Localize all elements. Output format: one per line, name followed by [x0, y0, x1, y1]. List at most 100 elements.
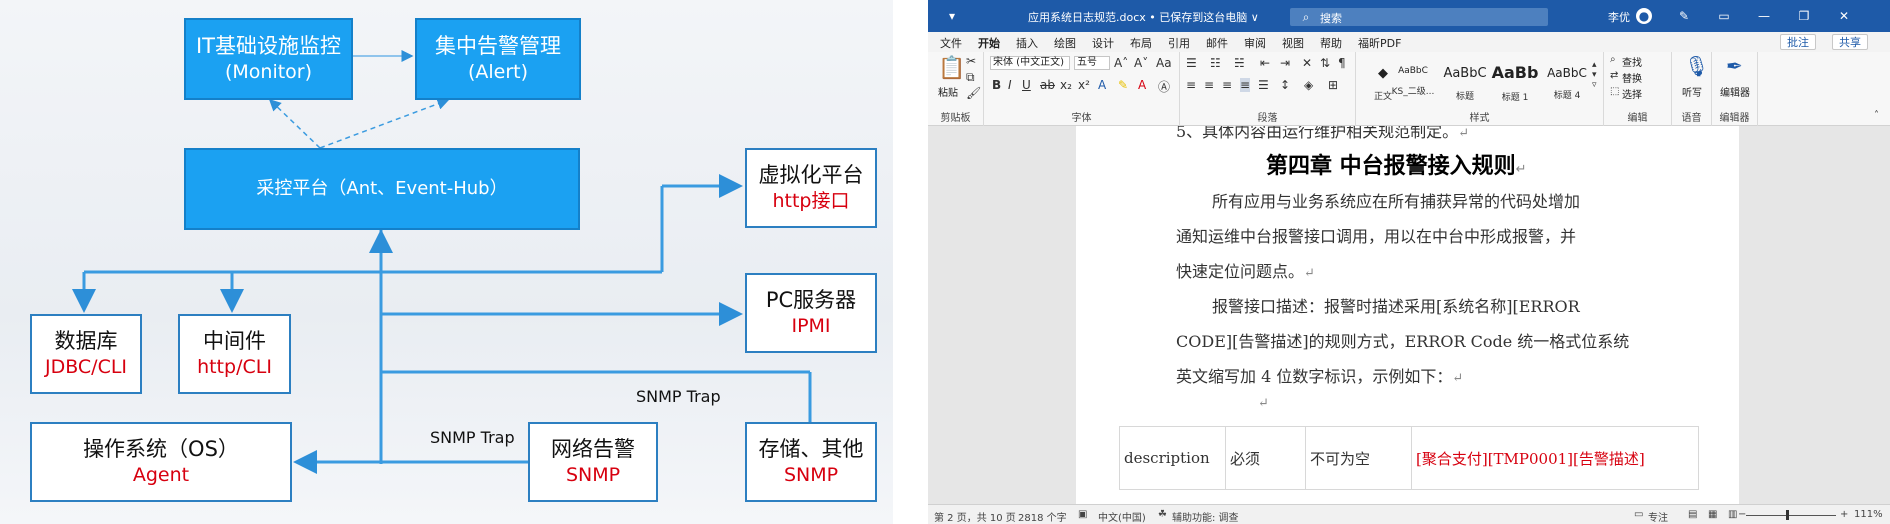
text-effects-icon[interactable]: A [1098, 78, 1106, 92]
collapse-ribbon-icon[interactable]: ˄ [1874, 110, 1879, 121]
numbering-icon[interactable]: ☷ [1210, 56, 1221, 70]
dictate-label[interactable]: 听写 [1682, 84, 1702, 99]
shading-icon[interactable]: ◈ [1304, 78, 1313, 92]
tab-view[interactable]: 视图 [1282, 35, 1304, 51]
focus-icon[interactable]: ▭ [1634, 509, 1643, 520]
user-name: 李优 [1608, 11, 1630, 24]
language-indicator[interactable]: 中文(中国) [1098, 509, 1146, 524]
proofing-icon[interactable]: ▣ [1078, 509, 1087, 520]
word-window: ▾ 应用系统日志规范.docx • 已保存到这台电脑 ∨ ⌕ 搜索 李优 ● ✎… [928, 0, 1890, 524]
multilevel-list-icon[interactable]: ☵ [1234, 56, 1245, 70]
style-heading1[interactable]: AaBb 标题 1 [1490, 56, 1540, 106]
show-marks-icon[interactable]: ¶ [1338, 56, 1346, 70]
zoom-level[interactable]: 111% [1854, 509, 1883, 520]
superscript-icon[interactable]: x² [1078, 78, 1090, 92]
tab-mailings[interactable]: 邮件 [1206, 35, 1228, 51]
storage-protocol: SNMP [783, 464, 839, 487]
distributed-icon[interactable]: ☰ [1258, 78, 1269, 92]
page-count[interactable]: 第 2 页，共 10 页 [934, 509, 1016, 524]
styles-more-icon[interactable]: ▴ ▾ ▿ [1592, 60, 1597, 90]
copy-icon[interactable]: ⧉ [966, 70, 975, 85]
subscript-icon[interactable]: x₂ [1060, 78, 1072, 92]
focus-label[interactable]: 专注 [1648, 509, 1668, 524]
table-cell-required[interactable]: 必须 [1225, 426, 1306, 490]
share-button[interactable]: 共享 [1832, 34, 1868, 50]
paste-icon[interactable]: 📋 [938, 56, 965, 81]
document-title[interactable]: 应用系统日志规范.docx • 已保存到这台电脑 ∨ [1028, 9, 1259, 25]
replace-label[interactable]: 替换 [1622, 70, 1642, 85]
word-count[interactable]: 2818 个字 [1018, 509, 1067, 524]
style-heading4[interactable]: AaBbC 标题 4 [1542, 56, 1592, 106]
grow-font-icon[interactable]: A˄ [1114, 56, 1128, 70]
bold-icon[interactable]: B [992, 78, 1001, 92]
quick-access-icon[interactable]: ▾ [944, 8, 960, 24]
accessibility-status[interactable]: 辅助功能: 调查 [1172, 509, 1239, 524]
align-left-icon[interactable]: ≡ [1186, 78, 1196, 92]
tab-file[interactable]: 文件 [940, 35, 962, 51]
underline-icon[interactable]: U [1022, 78, 1031, 92]
italic-icon[interactable]: I [1008, 78, 1012, 92]
zoom-slider-handle[interactable] [1786, 510, 1789, 520]
select-icon[interactable]: ⬚ [1610, 86, 1619, 97]
minimize-icon[interactable]: — [1756, 8, 1772, 24]
bullets-icon[interactable]: ☰ [1186, 56, 1197, 70]
highlight-icon[interactable]: ✎ [1118, 78, 1128, 92]
align-right-icon[interactable]: ≡ [1222, 78, 1232, 92]
tab-foxit-pdf[interactable]: 福昕PDF [1358, 35, 1401, 51]
paste-label[interactable]: 粘贴 [938, 84, 958, 99]
table-cell-field[interactable]: description [1119, 426, 1226, 490]
asian-layout-icon[interactable]: ✕ [1302, 56, 1312, 70]
para2-line1: 报警接口描述：报警时描述采用[系统名称][ERROR [1212, 297, 1580, 316]
change-case-icon[interactable]: Aa [1156, 56, 1172, 70]
tab-review[interactable]: 审阅 [1244, 35, 1266, 51]
accessibility-icon[interactable]: ☘ [1158, 509, 1167, 520]
zoom-slider[interactable] [1746, 515, 1836, 516]
decrease-indent-icon[interactable]: ⇤ [1260, 56, 1270, 70]
sort-icon[interactable]: ⇅ [1320, 56, 1330, 70]
tab-design[interactable]: 设计 [1092, 35, 1114, 51]
font-size-select[interactable]: 五号 [1074, 56, 1110, 70]
style-ks-level2[interactable]: AaBbC KS_二级... [1388, 56, 1438, 106]
document-page[interactable]: 5、具体内容由运行维护相关规范制定。↵ 第四章 中台报警接入规则↵ 所有应用与业… [1076, 126, 1739, 504]
replace-icon[interactable]: ⇄ [1610, 70, 1618, 81]
tab-references[interactable]: 引用 [1168, 35, 1190, 51]
table-cell-example[interactable]: [聚合支付][TMP0001][告警描述] [1411, 426, 1699, 490]
ribbon-display-icon[interactable]: ▭ [1716, 8, 1732, 24]
find-icon[interactable]: ⌕ [1610, 54, 1616, 65]
close-icon[interactable]: ✕ [1836, 8, 1852, 24]
tab-insert[interactable]: 插入 [1016, 35, 1038, 51]
format-painter-icon[interactable]: 🖌 [966, 86, 981, 100]
zoom-in-icon[interactable]: + [1840, 509, 1848, 520]
search-box[interactable]: ⌕ 搜索 [1290, 8, 1548, 26]
pen-icon[interactable]: ✎ [1676, 8, 1692, 24]
editor-label[interactable]: 编辑器 [1720, 84, 1750, 99]
font-name-select[interactable]: 宋体 (中文正文) [990, 56, 1070, 70]
read-mode-icon[interactable]: ▤ [1688, 509, 1697, 520]
shrink-font-icon[interactable]: A˅ [1134, 56, 1148, 70]
microphone-icon[interactable]: 🎙 [1684, 54, 1709, 78]
char-shading-icon[interactable]: Ⓐ [1158, 78, 1170, 95]
editor-icon[interactable]: ✒ [1726, 54, 1743, 78]
tab-draw[interactable]: 绘图 [1054, 35, 1076, 51]
monitor-title: IT基础设施监控 [195, 34, 342, 58]
comments-button[interactable]: 批注 [1780, 34, 1816, 50]
select-label[interactable]: 选择 [1622, 86, 1642, 101]
tab-layout[interactable]: 布局 [1130, 35, 1152, 51]
borders-icon[interactable]: ⊞ [1328, 78, 1338, 92]
avatar-icon[interactable]: ● [1636, 8, 1652, 24]
print-layout-icon[interactable]: ▦ [1708, 509, 1717, 520]
tab-help[interactable]: 帮助 [1320, 35, 1342, 51]
table-cell-constraint[interactable]: 不可为空 [1305, 426, 1412, 490]
font-color-icon[interactable]: A [1138, 78, 1146, 92]
web-layout-icon[interactable]: ▥ [1728, 509, 1737, 520]
example-table[interactable]: description 必须 不可为空 [聚合支付][TMP0001][告警描述… [1119, 426, 1699, 490]
justify-icon[interactable]: ≡ [1240, 78, 1251, 92]
style-title[interactable]: AaBbC 标题 [1440, 56, 1490, 106]
increase-indent-icon[interactable]: ⇥ [1280, 56, 1290, 70]
restore-icon[interactable]: ❐ [1796, 8, 1812, 24]
cut-icon[interactable]: ✂ [966, 54, 976, 68]
line-spacing-icon[interactable]: ↕ [1280, 78, 1290, 92]
find-label[interactable]: 查找 [1622, 54, 1642, 69]
strikethrough-icon[interactable]: ab [1040, 78, 1055, 92]
align-center-icon[interactable]: ≡ [1204, 78, 1214, 92]
